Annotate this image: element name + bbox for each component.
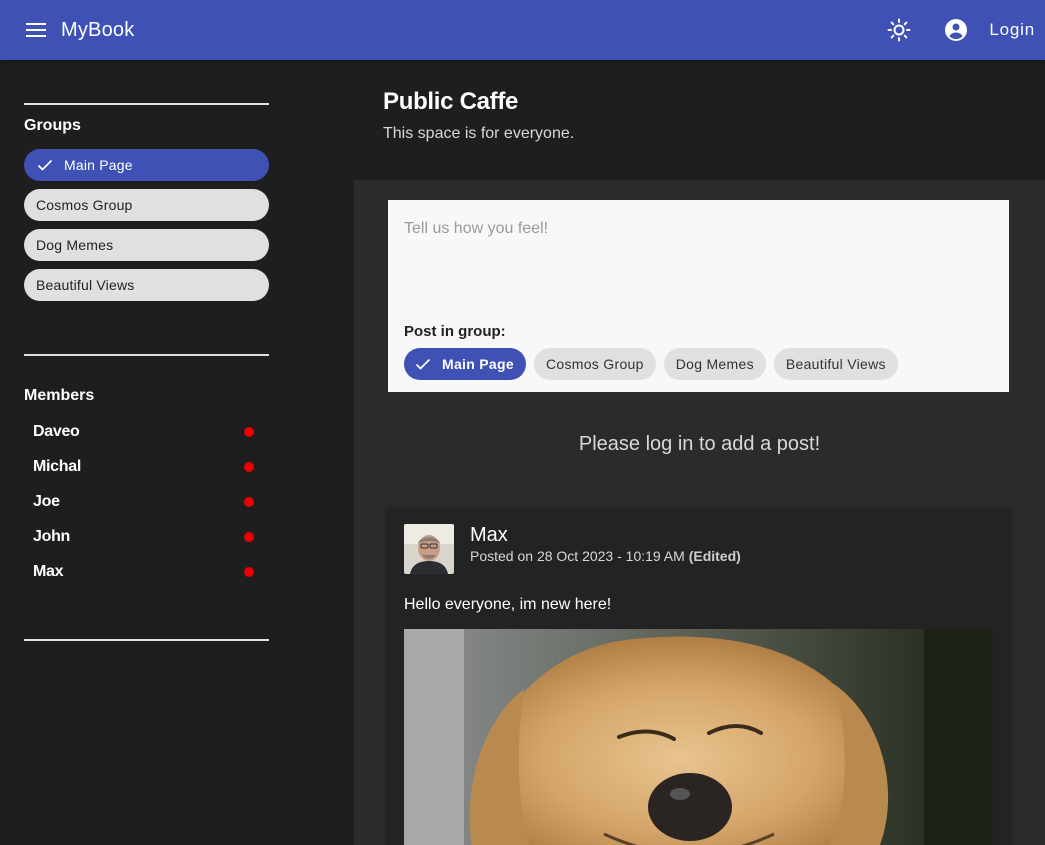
post-chip-beautiful-views[interactable]: Beautiful Views — [773, 348, 898, 380]
post-date: Posted on 28 Oct 2023 - 10:19 AM — [470, 548, 685, 564]
post-card: Max Posted on 28 Oct 2023 - 10:19 AM (Ed… — [388, 508, 1009, 845]
sidebar-group-beautiful-views[interactable]: Beautiful Views — [24, 269, 269, 301]
login-button[interactable]: Login — [979, 14, 1035, 46]
member-name: Joe — [33, 493, 60, 510]
post-composer: Post in group: Main Page Cosmos Group Do… — [388, 200, 1009, 392]
sidebar-group-dog-memes[interactable]: Dog Memes — [24, 229, 269, 261]
member-item[interactable]: John — [33, 525, 258, 549]
groups-title: Groups — [24, 117, 81, 134]
status-dot — [244, 427, 254, 437]
chip-label: Main Page — [442, 356, 514, 372]
chip-label: Cosmos Group — [545, 356, 644, 372]
sun-icon[interactable] — [879, 10, 919, 50]
divider — [24, 639, 269, 641]
edited-label: (Edited) — [688, 548, 741, 564]
check-icon — [414, 355, 432, 373]
status-dot — [244, 567, 254, 577]
members-title: Members — [24, 387, 95, 404]
post-chip-cosmos-group[interactable]: Cosmos Group — [533, 348, 656, 380]
group-label: Beautiful Views — [36, 277, 135, 293]
status-dot — [244, 532, 254, 542]
post-input[interactable] — [404, 220, 993, 316]
divider — [24, 354, 269, 356]
member-item[interactable]: Joe — [33, 490, 258, 514]
app-title: MyBook — [61, 18, 135, 41]
check-icon — [36, 156, 54, 174]
post-meta: Posted on 28 Oct 2023 - 10:19 AM (Edited… — [470, 548, 741, 564]
group-label: Dog Memes — [36, 237, 114, 253]
page-header: Public Caffe This space is for everyone. — [354, 60, 1045, 180]
post-in-group-label: Post in group: — [404, 323, 506, 340]
sidebar-group-main-page[interactable]: Main Page — [24, 149, 269, 181]
member-name: Daveo — [33, 423, 80, 440]
account-circle-icon[interactable] — [936, 10, 976, 50]
chip-label: Beautiful Views — [785, 356, 886, 372]
post-text: Hello everyone, im new here! — [404, 596, 612, 613]
app-bar: MyBook Login — [0, 0, 1045, 60]
group-chip-row: Main Page Cosmos Group Dog Memes Beautif… — [404, 348, 898, 380]
login-notice: Please log in to add a post! — [578, 433, 821, 455]
page-subtitle: This space is for everyone. — [383, 125, 575, 142]
group-label: Cosmos Group — [36, 197, 133, 213]
group-label: Main Page — [64, 157, 133, 173]
member-name: Michal — [33, 458, 81, 475]
divider — [24, 103, 269, 105]
page-title: Public Caffe — [383, 88, 519, 115]
status-dot — [244, 462, 254, 472]
chip-label: Dog Memes — [675, 356, 754, 372]
member-item[interactable]: Michal — [33, 455, 258, 479]
post-author: Max — [470, 524, 508, 546]
avatar[interactable] — [404, 524, 454, 574]
post-image — [404, 629, 993, 845]
member-name: John — [33, 528, 71, 545]
post-chip-main-page[interactable]: Main Page — [404, 348, 526, 380]
member-item[interactable]: Max — [33, 560, 258, 584]
post-chip-dog-memes[interactable]: Dog Memes — [663, 348, 766, 380]
sidebar: Groups Main Page Cosmos Group Dog Memes … — [0, 60, 354, 845]
member-name: Max — [33, 563, 64, 580]
status-dot — [244, 497, 254, 507]
menu-icon[interactable] — [24, 18, 48, 42]
sidebar-group-cosmos-group[interactable]: Cosmos Group — [24, 189, 269, 221]
member-item[interactable]: Daveo — [33, 420, 258, 444]
